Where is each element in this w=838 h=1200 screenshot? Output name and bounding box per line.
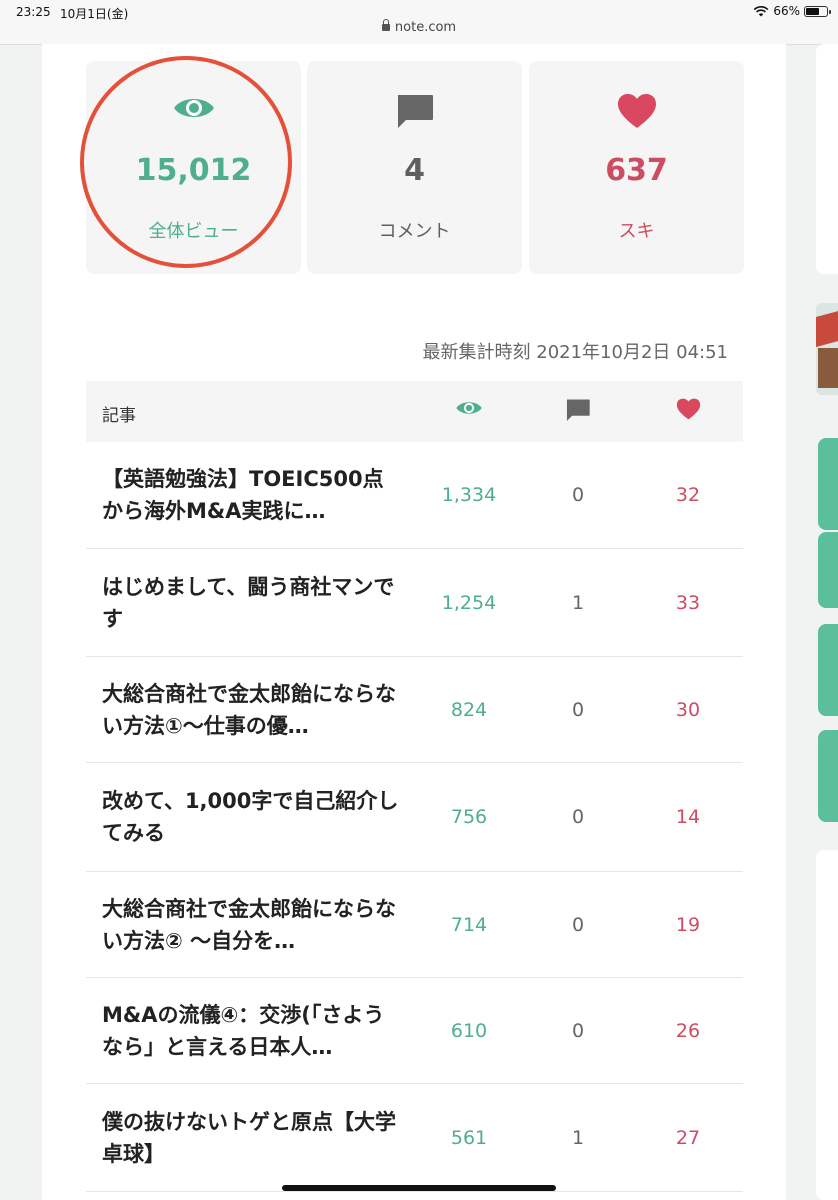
table-row[interactable]: 改めて、1,000字で自己紹介してみる 756 0 14: [86, 763, 743, 872]
battery-icon: [804, 5, 831, 17]
last-updated-text: 最新集計時刻 2021年10月2日 04:51: [422, 342, 728, 363]
heart-icon[interactable]: [674, 398, 702, 426]
comment-count: 0: [571, 913, 585, 936]
sidebar-card: [816, 850, 838, 1200]
like-count: 27: [675, 1126, 701, 1149]
articles-table: 記事 【英語勉強法】TOEIC500点から海外M&A実践に… 1,334 0 32 はじ…: [86, 381, 743, 1192]
like-count: 14: [675, 806, 701, 828]
stat-card-likes: 637 スキ: [529, 61, 744, 274]
table-row[interactable]: はじめまして、闘う商社マンです 1,254 1 33: [86, 549, 743, 657]
total-likes-value: 637: [605, 153, 668, 188]
eye-icon[interactable]: [455, 398, 483, 426]
comment-count: 0: [571, 1019, 585, 1042]
sidebar-button[interactable]: [818, 624, 838, 716]
table-row[interactable]: 大総合商社で金太郎飴にならない方法② 〜自分を… 714 0 19: [86, 872, 743, 978]
article-title[interactable]: はじめまして、闘う商社マンです: [102, 571, 402, 635]
status-bar: 23:25 10月1日(金) note.com 66%: [0, 0, 838, 45]
view-count: 756: [450, 806, 488, 828]
view-count: 824: [450, 698, 488, 721]
url-text: note.com: [394, 20, 457, 35]
speech-bubble-icon: [307, 93, 522, 133]
comment-count: 0: [571, 806, 585, 828]
sidebar-button[interactable]: [818, 438, 838, 530]
sidebar-thumbnail[interactable]: [816, 303, 838, 395]
article-title[interactable]: 【英語勉強法】TOEIC500点から海外M&A実践に…: [102, 463, 402, 527]
view-count: 714: [450, 913, 488, 936]
article-title[interactable]: 僕の抜けないトゲと原点【大学卓球】: [102, 1106, 402, 1170]
comment-count: 1: [571, 591, 585, 614]
table-row[interactable]: 大総合商社で金太郎飴にならない方法①〜仕事の優… 824 0 30: [86, 657, 743, 763]
comment-count: 0: [571, 484, 585, 506]
total-comments-value: 4: [404, 153, 425, 188]
table-row[interactable]: 【英語勉強法】TOEIC500点から海外M&A実践に… 1,334 0 32: [86, 442, 743, 549]
address-bar[interactable]: note.com: [0, 19, 838, 35]
like-count: 19: [675, 913, 701, 936]
wifi-icon: [753, 5, 769, 17]
lock-icon: [381, 19, 390, 31]
article-title[interactable]: 改めて、1,000字で自己紹介してみる: [102, 785, 402, 849]
status-indicators: 66%: [753, 4, 831, 18]
comment-count: 1: [571, 1126, 585, 1149]
speech-bubble-icon[interactable]: [564, 398, 592, 426]
sidebar-card: [816, 44, 838, 274]
total-comments-label: コメント: [378, 221, 451, 242]
status-time: 23:25: [16, 5, 51, 19]
comment-count: 0: [571, 698, 585, 721]
like-count: 30: [675, 698, 701, 721]
column-header-article: 記事: [102, 406, 136, 426]
stat-card-comments: 4 コメント: [307, 61, 522, 274]
sidebar-button[interactable]: [818, 532, 838, 608]
table-header: 記事: [86, 381, 743, 442]
table-row[interactable]: M&Aの流儀④：交渉(「さようなら」と言える日本人… 610 0 26: [86, 978, 743, 1084]
heart-icon: [529, 93, 744, 133]
view-count: 1,334: [441, 484, 497, 506]
highlight-circle: [80, 56, 292, 268]
like-count: 32: [675, 484, 701, 506]
total-likes-label: スキ: [618, 221, 655, 242]
article-title[interactable]: 大総合商社で金太郎飴にならない方法①〜仕事の優…: [102, 678, 402, 742]
battery-percent: 66%: [773, 4, 800, 18]
home-indicator[interactable]: [282, 1185, 556, 1191]
view-count: 561: [450, 1126, 488, 1149]
article-title[interactable]: M&Aの流儀④：交渉(「さようなら」と言える日本人…: [102, 999, 402, 1063]
table-row[interactable]: 僕の抜けないトゲと原点【大学卓球】 561 1 27: [86, 1084, 743, 1192]
like-count: 33: [675, 591, 701, 614]
like-count: 26: [675, 1019, 701, 1042]
article-title[interactable]: 大総合商社で金太郎飴にならない方法② 〜自分を…: [102, 893, 402, 957]
view-count: 610: [450, 1019, 488, 1042]
sidebar-button[interactable]: [818, 730, 838, 822]
view-count: 1,254: [441, 591, 497, 614]
